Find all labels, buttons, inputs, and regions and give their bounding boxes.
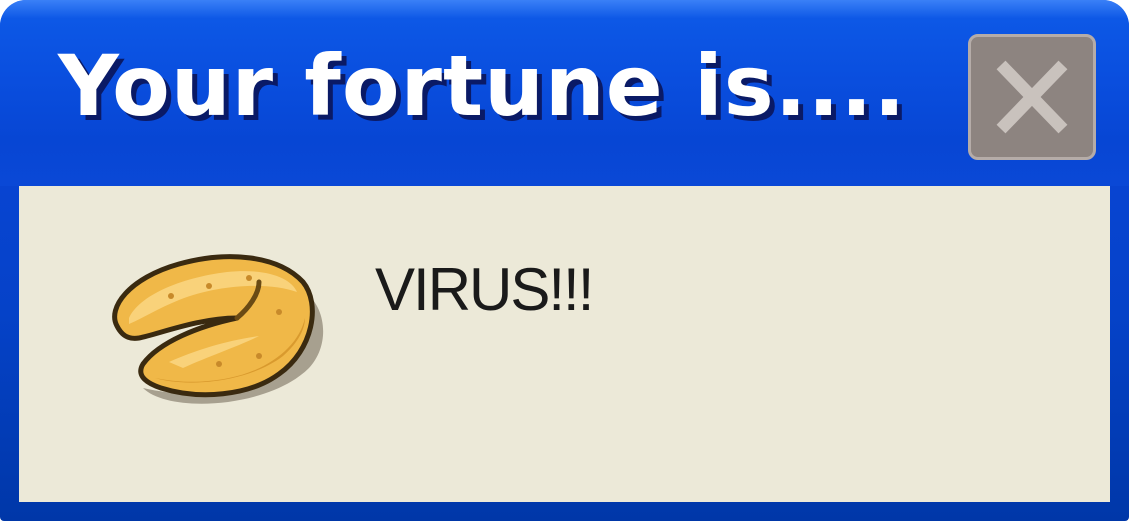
title-bar[interactable]: Your fortune is....	[0, 0, 1129, 186]
close-button[interactable]	[968, 34, 1096, 160]
window-title: Your fortune is....	[58, 37, 907, 135]
dialog-window: Your fortune is.... VIRUS!!!	[0, 0, 1129, 521]
dialog-body: VIRUS!!!	[19, 186, 1110, 502]
close-icon	[996, 60, 1068, 134]
dialog-message: VIRUS!!!	[375, 256, 594, 323]
fortune-cookie-icon	[112, 254, 324, 404]
